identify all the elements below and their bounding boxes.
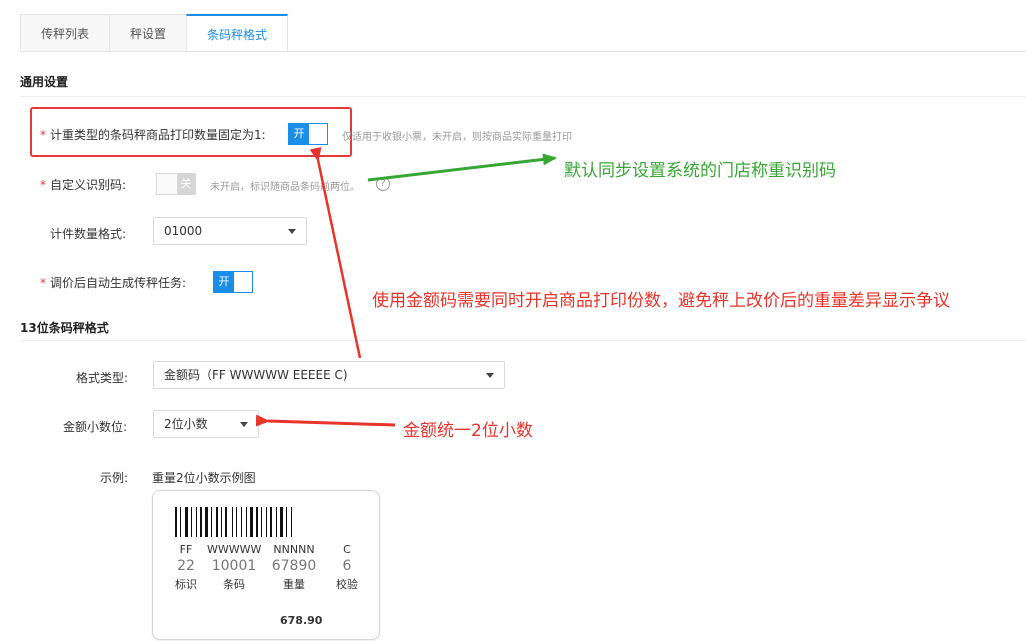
annotation-red-decimal: 金额统一2位小数 (403, 421, 533, 441)
red-arrow-up (309, 147, 362, 359)
red-arrow-left (255, 414, 396, 427)
annotation-arrows (255, 147, 557, 427)
annotation-red-main: 使用金额码需要同时开启商品打印份数，避免秤上改价后的重量差异显示争议 (372, 291, 950, 311)
green-arrow (367, 153, 557, 182)
annotation-green: 默认同步设置系统的门店称重识别码 (564, 161, 836, 181)
